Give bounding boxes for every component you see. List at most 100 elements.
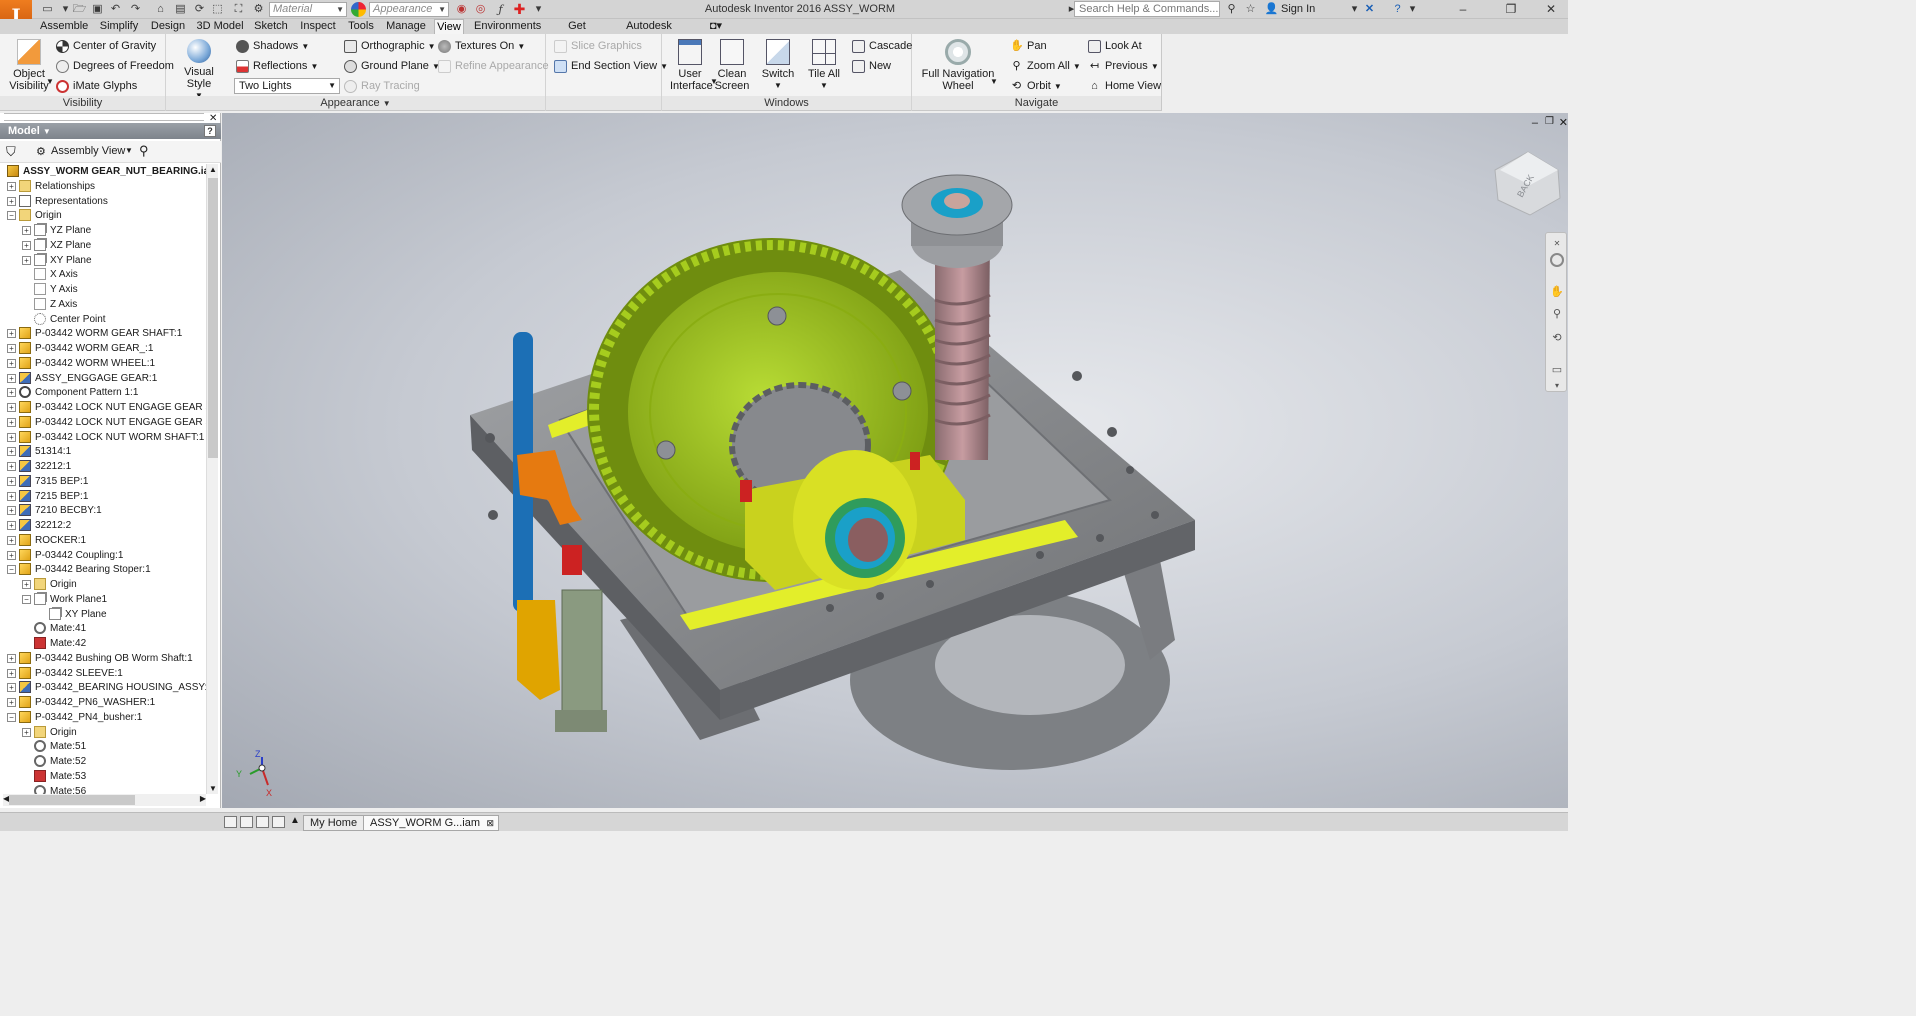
- graphics-viewport[interactable]: BACK Z Y X – ❐ ✕: [222, 113, 1568, 808]
- tab-autodesk-a360[interactable]: Autodesk A360: [614, 19, 684, 47]
- expand-icon[interactable]: +: [7, 462, 16, 471]
- tab-view[interactable]: View: [434, 19, 464, 34]
- expand-icon[interactable]: +: [22, 240, 31, 250]
- expand-icon[interactable]: +: [7, 506, 16, 516]
- switch-button[interactable]: Switch ▼: [760, 39, 796, 92]
- pan-button[interactable]: ✋ Pan: [1010, 39, 1047, 53]
- document-menu-icon[interactable]: ▲: [290, 815, 300, 826]
- tile-horizontal-icon[interactable]: [240, 816, 253, 828]
- qat-customize-icon[interactable]: ▾: [531, 2, 546, 17]
- expand-icon[interactable]: +: [7, 417, 16, 427]
- expand-icon[interactable]: +: [7, 388, 16, 398]
- maximize-button[interactable]: ❐: [1497, 0, 1525, 18]
- redo-icon[interactable]: ↷: [128, 2, 143, 17]
- expand-icon[interactable]: +: [7, 196, 16, 206]
- cascade-windows-icon[interactable]: [272, 816, 285, 828]
- zoom-icon[interactable]: ⚲: [1550, 307, 1564, 321]
- textures-on-button[interactable]: Textures On ▼: [438, 39, 525, 54]
- binoculars-search-icon[interactable]: ⚲: [1224, 2, 1239, 17]
- home-icon[interactable]: ⌂: [153, 2, 168, 17]
- view-mode-label[interactable]: Assembly View: [51, 145, 125, 157]
- expand-icon[interactable]: +: [7, 344, 16, 353]
- close-button[interactable]: ✕: [1537, 0, 1565, 18]
- collapse-icon[interactable]: −: [7, 565, 16, 575]
- scroll-down-icon[interactable]: ▼: [209, 784, 217, 793]
- previous-view-button[interactable]: ↤ Previous ▼: [1088, 59, 1159, 74]
- reflections-button[interactable]: Reflections ▼: [236, 59, 318, 74]
- collapse-icon[interactable]: −: [22, 594, 31, 604]
- tile-all-button[interactable]: Tile All ▼: [806, 39, 842, 92]
- close-tab-icon[interactable]: ⊠: [486, 816, 494, 831]
- expand-icon[interactable]: +: [7, 476, 16, 486]
- browser-header[interactable]: Model ▼: [0, 123, 221, 139]
- shadows-button[interactable]: Shadows ▼: [236, 39, 309, 54]
- browser-horizontal-scrollbar[interactable]: ◀ ▶: [3, 794, 206, 806]
- sign-in-link[interactable]: Sign In: [1281, 2, 1315, 17]
- expand-icon[interactable]: +: [7, 181, 16, 191]
- expand-icon[interactable]: +: [7, 535, 16, 545]
- tile-windows-icon[interactable]: [224, 816, 237, 828]
- zoom-all-button[interactable]: ⚲ Zoom All ▼: [1010, 59, 1080, 74]
- expand-icon[interactable]: +: [7, 521, 16, 530]
- expand-icon[interactable]: +: [22, 727, 31, 737]
- expand-icon[interactable]: +: [22, 580, 31, 589]
- search-input[interactable]: Search Help & Commands...: [1074, 1, 1220, 17]
- appearance-combo[interactable]: Appearance ▼: [369, 2, 449, 17]
- undo-icon[interactable]: ↶: [108, 2, 123, 17]
- navbar-close-icon[interactable]: ✕: [1550, 237, 1564, 251]
- binoculars-icon[interactable]: ⚲: [139, 143, 149, 159]
- open-folder-icon[interactable]: 🗁: [72, 2, 87, 17]
- lighting-style-select[interactable]: Two Lights ▼: [234, 78, 340, 94]
- browser-vertical-scrollbar[interactable]: ▲ ▼: [206, 164, 218, 794]
- tab-inspect[interactable]: Inspect: [298, 19, 338, 34]
- collapse-icon[interactable]: −: [7, 211, 16, 221]
- cascade-button[interactable]: Cascade: [852, 39, 912, 53]
- select-filter-icon[interactable]: ⛶: [231, 2, 246, 17]
- ribbon-options-icon[interactable]: ◘▾: [705, 19, 727, 34]
- save-icon[interactable]: ▣: [90, 2, 105, 17]
- expand-icon[interactable]: +: [7, 653, 16, 663]
- tile-vertical-icon[interactable]: [256, 816, 269, 828]
- tab-sketch[interactable]: Sketch: [253, 19, 289, 34]
- expand-icon[interactable]: +: [7, 447, 16, 457]
- material-combo[interactable]: Material ▼: [269, 2, 347, 17]
- full-navigation-wheel-button[interactable]: Full Navigation Wheel: [918, 39, 998, 92]
- expand-icon[interactable]: +: [22, 255, 31, 265]
- assembly-3d-model[interactable]: BACK Z Y X: [222, 113, 1568, 808]
- home-view-button[interactable]: ⌂ Home View: [1088, 79, 1161, 93]
- expand-icon[interactable]: +: [7, 550, 16, 560]
- clean-screen-button[interactable]: Clean Screen: [714, 39, 750, 92]
- user-icon[interactable]: 👤: [1264, 2, 1279, 17]
- new-window-button[interactable]: New: [852, 59, 891, 73]
- center-of-gravity-button[interactable]: Center of Gravity: [56, 39, 156, 53]
- expand-icon[interactable]: +: [7, 491, 16, 501]
- tab-manage[interactable]: Manage: [385, 19, 427, 34]
- steering-wheel-icon[interactable]: [1550, 253, 1564, 267]
- ground-plane-button[interactable]: Ground Plane ▼: [344, 59, 440, 74]
- projects-icon[interactable]: ▤: [173, 2, 188, 17]
- expand-icon[interactable]: +: [7, 668, 16, 678]
- chevron-down-icon[interactable]: ▾: [1347, 2, 1362, 17]
- tab-simplify[interactable]: Simplify: [97, 19, 141, 34]
- expand-icon[interactable]: +: [7, 683, 16, 693]
- browser-grip[interactable]: [4, 113, 204, 121]
- look-at-button[interactable]: Look At: [1088, 39, 1142, 53]
- expand-icon[interactable]: +: [7, 432, 16, 442]
- orthographic-button[interactable]: Orthographic ▼: [344, 39, 436, 54]
- parameters-icon[interactable]: ⚙: [251, 2, 266, 17]
- open-file-icon[interactable]: ▾: [58, 2, 73, 17]
- navbar-customize-icon[interactable]: ▾: [1550, 379, 1564, 393]
- user-interface-button[interactable]: User Interface: [670, 39, 713, 92]
- degrees-of-freedom-button[interactable]: Degrees of Freedom: [56, 59, 174, 73]
- minimize-button[interactable]: –: [1449, 0, 1477, 18]
- expand-icon[interactable]: +: [7, 358, 16, 368]
- select-icon[interactable]: ⬚: [210, 2, 225, 17]
- pan-hand-icon[interactable]: ✋: [1550, 285, 1564, 299]
- tab-environments[interactable]: Environments: [474, 19, 541, 34]
- new-file-icon[interactable]: ▭: [40, 2, 55, 17]
- update-icon[interactable]: ⟳: [192, 2, 207, 17]
- viewport-restore-button[interactable]: ❐: [1545, 116, 1554, 127]
- scroll-thumb[interactable]: [9, 795, 135, 805]
- tab-tools[interactable]: Tools: [346, 19, 376, 34]
- orbit-button[interactable]: ⟲ Orbit ▼: [1010, 79, 1062, 94]
